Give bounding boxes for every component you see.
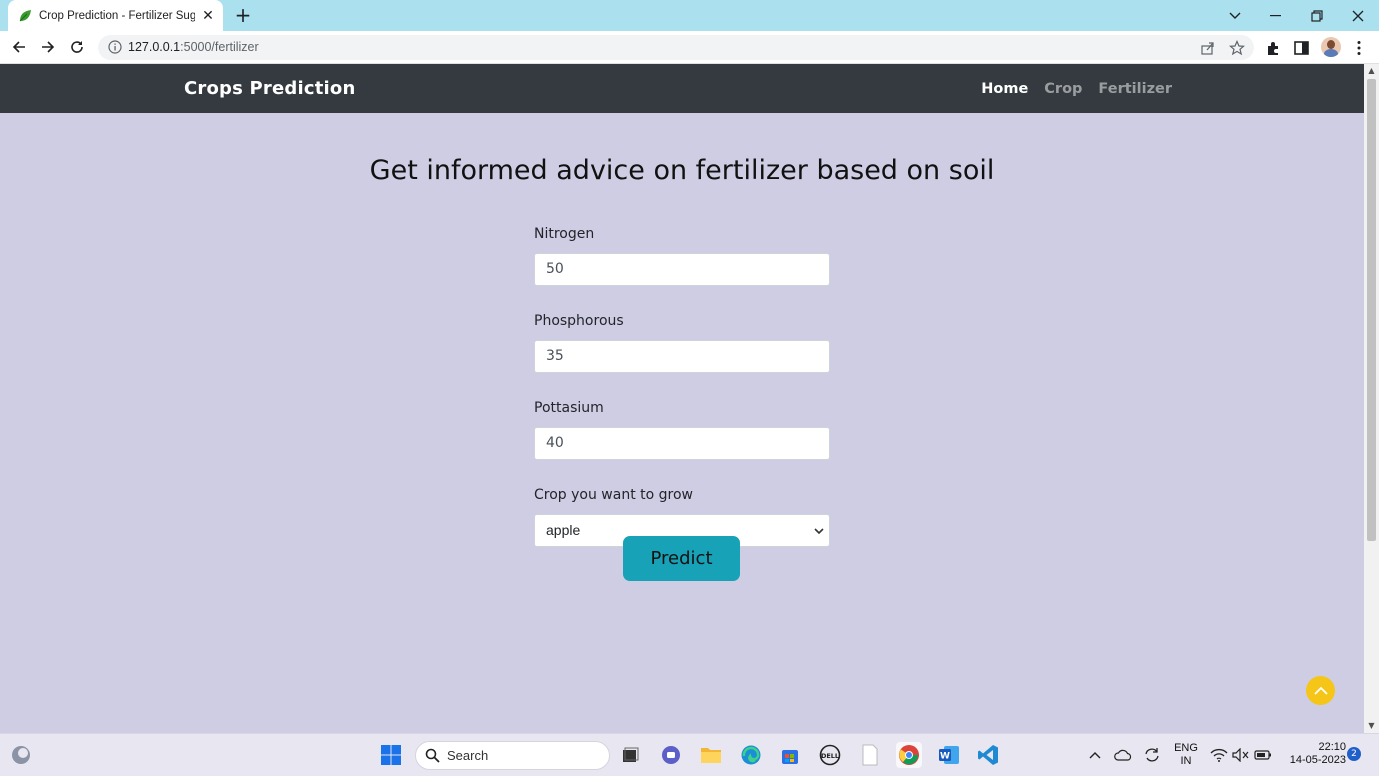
nav-link-fertilizer[interactable]: Fertilizer [1098,81,1172,97]
phosphorous-input[interactable]: 35 [534,340,830,373]
browser-toolbar: 127.0.0.1:5000/fertilizer [0,31,1379,64]
tab-search-icon[interactable] [1215,0,1255,31]
vscode-icon[interactable] [975,742,1001,768]
fertilizer-form: Nitrogen 50 Phosphorous 35 Pottasium 40 … [534,224,830,547]
language-indicator[interactable]: ENG IN [1170,742,1202,768]
pottasium-input[interactable]: 40 [534,427,830,460]
store-icon[interactable] [777,742,803,768]
bookmark-star-icon[interactable] [1229,40,1245,56]
region-label: IN [1180,755,1192,767]
sync-icon[interactable] [1139,742,1165,768]
scroll-up-arrow-icon[interactable]: ▲ [1367,66,1376,75]
new-tab-button[interactable]: + [232,4,254,26]
page-scrollbar[interactable]: ▲ ▼ [1364,64,1379,733]
chevron-down-icon [814,528,824,535]
minimize-button[interactable] [1256,0,1296,31]
share-icon[interactable] [1200,40,1216,56]
windows-taskbar: Search DELL W ENG IN 22:10 14-05-2023 [0,733,1379,776]
scroll-down-arrow-icon[interactable]: ▼ [1367,721,1376,730]
extensions-icon[interactable] [1265,39,1283,57]
nitrogen-input[interactable]: 50 [534,253,830,286]
more-menu-icon[interactable] [1350,39,1368,57]
arrow-left-icon [12,41,25,53]
profile-avatar[interactable] [1321,37,1341,57]
close-window-button[interactable] [1338,0,1378,31]
nav-link-crop[interactable]: Crop [1044,81,1082,97]
search-icon [425,748,440,763]
arrow-right-icon [42,41,55,53]
scroll-to-top-button[interactable] [1306,676,1335,705]
onedrive-icon[interactable] [1110,742,1136,768]
dell-icon[interactable]: DELL [817,742,843,768]
side-panel-icon[interactable] [1293,39,1311,57]
svg-text:DELL: DELL [821,752,839,760]
teams-chat-icon[interactable] [658,742,684,768]
taskbar-search-label: Search [447,748,489,763]
crop-select-value: apple [546,522,581,538]
crop-select-label: Crop you want to grow [534,487,693,503]
browser-tab-active[interactable]: Crop Prediction - Fertilizer Sugge ✕ [8,0,223,31]
chrome-icon[interactable] [896,742,922,768]
file-explorer-icon[interactable] [698,742,724,768]
close-tab-icon[interactable]: ✕ [201,8,215,24]
url-path: :5000/fertilizer [180,40,259,54]
info-icon[interactable] [108,40,122,54]
edge-icon[interactable] [738,742,764,768]
task-view-icon[interactable] [617,742,643,768]
site-navbar: Crops Prediction Home Crop Fertilizer [0,64,1364,113]
back-button[interactable] [8,36,30,58]
address-bar[interactable]: 127.0.0.1:5000/fertilizer [98,35,1254,60]
svg-text:W: W [940,752,950,762]
language-label: ENG [1174,742,1198,754]
tab-title: Crop Prediction - Fertilizer Sugge [39,9,195,22]
clock-time: 22:10 [1318,741,1346,753]
chevron-up-icon [1313,686,1328,695]
windows-start-icon[interactable] [378,742,404,768]
tray-chevron-up-icon[interactable] [1082,742,1108,768]
taskbar-search[interactable]: Search [415,741,610,770]
clock[interactable]: 22:10 14-05-2023 [1280,741,1346,767]
pottasium-label: Pottasium [534,400,604,416]
browser-tab-strip: Crop Prediction - Fertilizer Sugge ✕ + [0,0,1379,31]
nav-link-home[interactable]: Home [981,81,1028,97]
forward-button[interactable] [37,36,59,58]
phosphorous-label: Phosphorous [534,313,624,329]
nitrogen-label: Nitrogen [534,226,595,242]
word-icon[interactable]: W [936,742,962,768]
nav-links: Home Crop Fertilizer [981,64,1172,113]
reload-button[interactable] [66,36,88,58]
url-host: 127.0.0.1 [128,40,181,54]
predict-button[interactable]: Predict [623,536,740,581]
scrollbar-thumb[interactable] [1367,79,1376,541]
notepad-icon[interactable] [857,742,883,768]
reload-icon [71,41,83,53]
url-text: 127.0.0.1:5000/fertilizer [128,35,259,60]
leaf-icon [19,9,31,21]
notification-badge[interactable]: 2 [1347,747,1361,761]
battery-icon[interactable] [1250,742,1276,768]
restore-button[interactable] [1297,0,1337,31]
page-heading: Get informed advice on fertilizer based … [369,155,995,186]
widgets-icon[interactable] [8,742,34,768]
clock-date: 14-05-2023 [1289,754,1346,766]
site-brand[interactable]: Crops Prediction [184,64,355,113]
